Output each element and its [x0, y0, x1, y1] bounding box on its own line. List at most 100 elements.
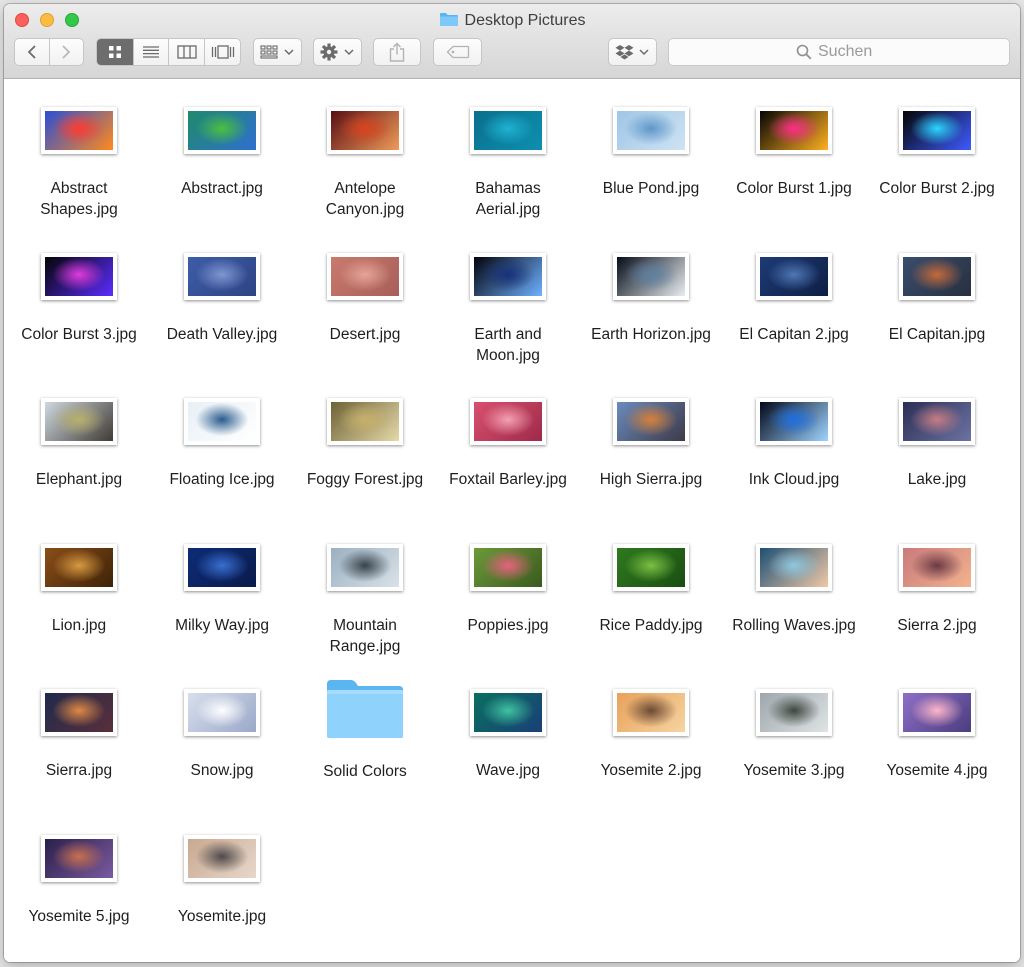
file-name-label: Lion.jpg	[51, 617, 107, 634]
file-name-label: Abstract Shapes.jpg	[40, 180, 118, 218]
file-item[interactable]: Milky Way.jpg	[152, 544, 292, 636]
file-name-label: Earth Horizon.jpg	[591, 326, 711, 343]
image-thumbnail	[184, 544, 260, 591]
file-name-label: Earth and Moon.jpg	[474, 326, 542, 364]
file-item[interactable]: Death Valley.jpg	[152, 253, 292, 345]
file-item[interactable]: Color Burst 1.jpg	[724, 107, 864, 199]
file-item[interactable]: Foggy Forest.jpg	[295, 398, 435, 490]
image-thumbnail	[41, 107, 117, 154]
file-item[interactable]: Desert.jpg	[295, 253, 435, 345]
image-thumbnail	[41, 835, 117, 882]
image-thumbnail	[327, 544, 403, 591]
file-name-label: Bahamas Aerial.jpg	[475, 180, 541, 218]
file-item[interactable]: Lake.jpg	[867, 398, 1007, 490]
file-item[interactable]: Snow.jpg	[152, 689, 292, 781]
file-item[interactable]: El Capitan.jpg	[867, 253, 1007, 345]
coverflow-view-button[interactable]	[205, 39, 240, 65]
column-view-button[interactable]	[169, 39, 206, 65]
file-name-label: High Sierra.jpg	[599, 471, 703, 488]
file-item[interactable]: Wave.jpg	[438, 689, 578, 781]
image-thumbnail	[184, 253, 260, 300]
file-item[interactable]: Color Burst 3.jpg	[9, 253, 149, 345]
file-icon-grid: Abstract Shapes.jpg Abstract.jpg Antelope …	[4, 79, 1020, 962]
tag-button[interactable]	[433, 38, 482, 66]
file-item[interactable]: Abstract.jpg	[152, 107, 292, 199]
image-thumbnail	[327, 107, 403, 154]
dropbox-button[interactable]	[608, 38, 657, 66]
share-button[interactable]	[373, 38, 421, 66]
file-item[interactable]: Sierra.jpg	[9, 689, 149, 781]
search-field[interactable]	[668, 38, 1010, 66]
file-item[interactable]: Sierra 2.jpg	[867, 544, 1007, 636]
action-button[interactable]	[313, 38, 362, 66]
image-thumbnail	[899, 544, 975, 591]
file-name-label: Lake.jpg	[907, 471, 967, 488]
file-item[interactable]: Bahamas Aerial.jpg	[438, 107, 578, 220]
file-name-label: Rice Paddy.jpg	[599, 617, 703, 634]
forward-button[interactable]	[50, 39, 84, 65]
file-name-label: Yosemite 2.jpg	[600, 762, 702, 779]
blue-folder-icon	[439, 13, 458, 26]
image-thumbnail	[327, 398, 403, 445]
list-view-button[interactable]	[134, 39, 170, 65]
chevron-right-icon	[62, 45, 71, 59]
file-item[interactable]: Yosemite.jpg	[152, 835, 292, 927]
icon-view-button[interactable]	[97, 39, 134, 65]
file-item[interactable]: Color Burst 2.jpg	[867, 107, 1007, 199]
file-item[interactable]: Antelope Canyon.jpg	[295, 107, 435, 220]
file-item[interactable]: High Sierra.jpg	[581, 398, 721, 490]
arrange-button[interactable]	[253, 38, 302, 66]
file-name-label: Rolling Waves.jpg	[732, 617, 856, 634]
file-item[interactable]: Rolling Waves.jpg	[724, 544, 864, 636]
file-name-label: El Capitan 2.jpg	[739, 326, 849, 343]
view-mode-control	[96, 38, 241, 66]
file-item[interactable]: Rice Paddy.jpg	[581, 544, 721, 636]
image-thumbnail	[470, 253, 546, 300]
image-thumbnail	[899, 253, 975, 300]
file-item[interactable]: Mountain Range.jpg	[295, 544, 435, 657]
back-button[interactable]	[15, 39, 50, 65]
file-name-label: Wave.jpg	[475, 762, 541, 779]
image-thumbnail	[184, 835, 260, 882]
file-item[interactable]: Floating Ice.jpg	[152, 398, 292, 490]
file-item[interactable]: Lion.jpg	[9, 544, 149, 636]
file-item[interactable]: Abstract Shapes.jpg	[9, 107, 149, 220]
file-item[interactable]: Elephant.jpg	[9, 398, 149, 490]
file-item[interactable]: Earth Horizon.jpg	[581, 253, 721, 345]
image-thumbnail	[756, 107, 832, 154]
file-name-label: Sierra 2.jpg	[897, 617, 977, 634]
chevron-left-icon	[27, 45, 36, 59]
file-name-label: Yosemite.jpg	[177, 908, 267, 925]
image-thumbnail	[899, 689, 975, 736]
file-item[interactable]: El Capitan 2.jpg	[724, 253, 864, 345]
file-item[interactable]: Yosemite 2.jpg	[581, 689, 721, 781]
file-name-label: Floating Ice.jpg	[169, 471, 275, 488]
file-name-label: Mountain Range.jpg	[329, 617, 401, 655]
file-item[interactable]: Blue Pond.jpg	[581, 107, 721, 199]
tag-icon	[446, 45, 469, 59]
folder-icon	[327, 680, 403, 738]
file-item[interactable]: Poppies.jpg	[438, 544, 578, 636]
file-item[interactable]: Ink Cloud.jpg	[724, 398, 864, 490]
file-item[interactable]: Foxtail Barley.jpg	[438, 398, 578, 490]
window-title: Desktop Pictures	[4, 11, 1020, 31]
list-view-icon	[143, 46, 160, 58]
image-thumbnail	[613, 544, 689, 591]
file-item[interactable]: Yosemite 3.jpg	[724, 689, 864, 781]
file-name-label: Solid Colors	[323, 763, 407, 780]
file-name-label: Milky Way.jpg	[175, 617, 269, 634]
file-item[interactable]: Earth and Moon.jpg	[438, 253, 578, 366]
title-bar: Desktop Pictures	[4, 4, 1020, 79]
file-name-label: Ink Cloud.jpg	[748, 471, 840, 488]
file-item[interactable]: Yosemite 4.jpg	[867, 689, 1007, 781]
file-item[interactable]: Yosemite 5.jpg	[9, 835, 149, 927]
file-name-label: Desert.jpg	[329, 326, 401, 343]
back-forward-control	[14, 38, 84, 66]
file-name-label: Yosemite 5.jpg	[28, 908, 130, 925]
folder-item[interactable]: Solid Colors	[295, 680, 435, 782]
image-thumbnail	[899, 398, 975, 445]
image-thumbnail	[41, 544, 117, 591]
image-thumbnail	[470, 689, 546, 736]
search-input[interactable]	[818, 43, 882, 61]
image-thumbnail	[41, 398, 117, 445]
